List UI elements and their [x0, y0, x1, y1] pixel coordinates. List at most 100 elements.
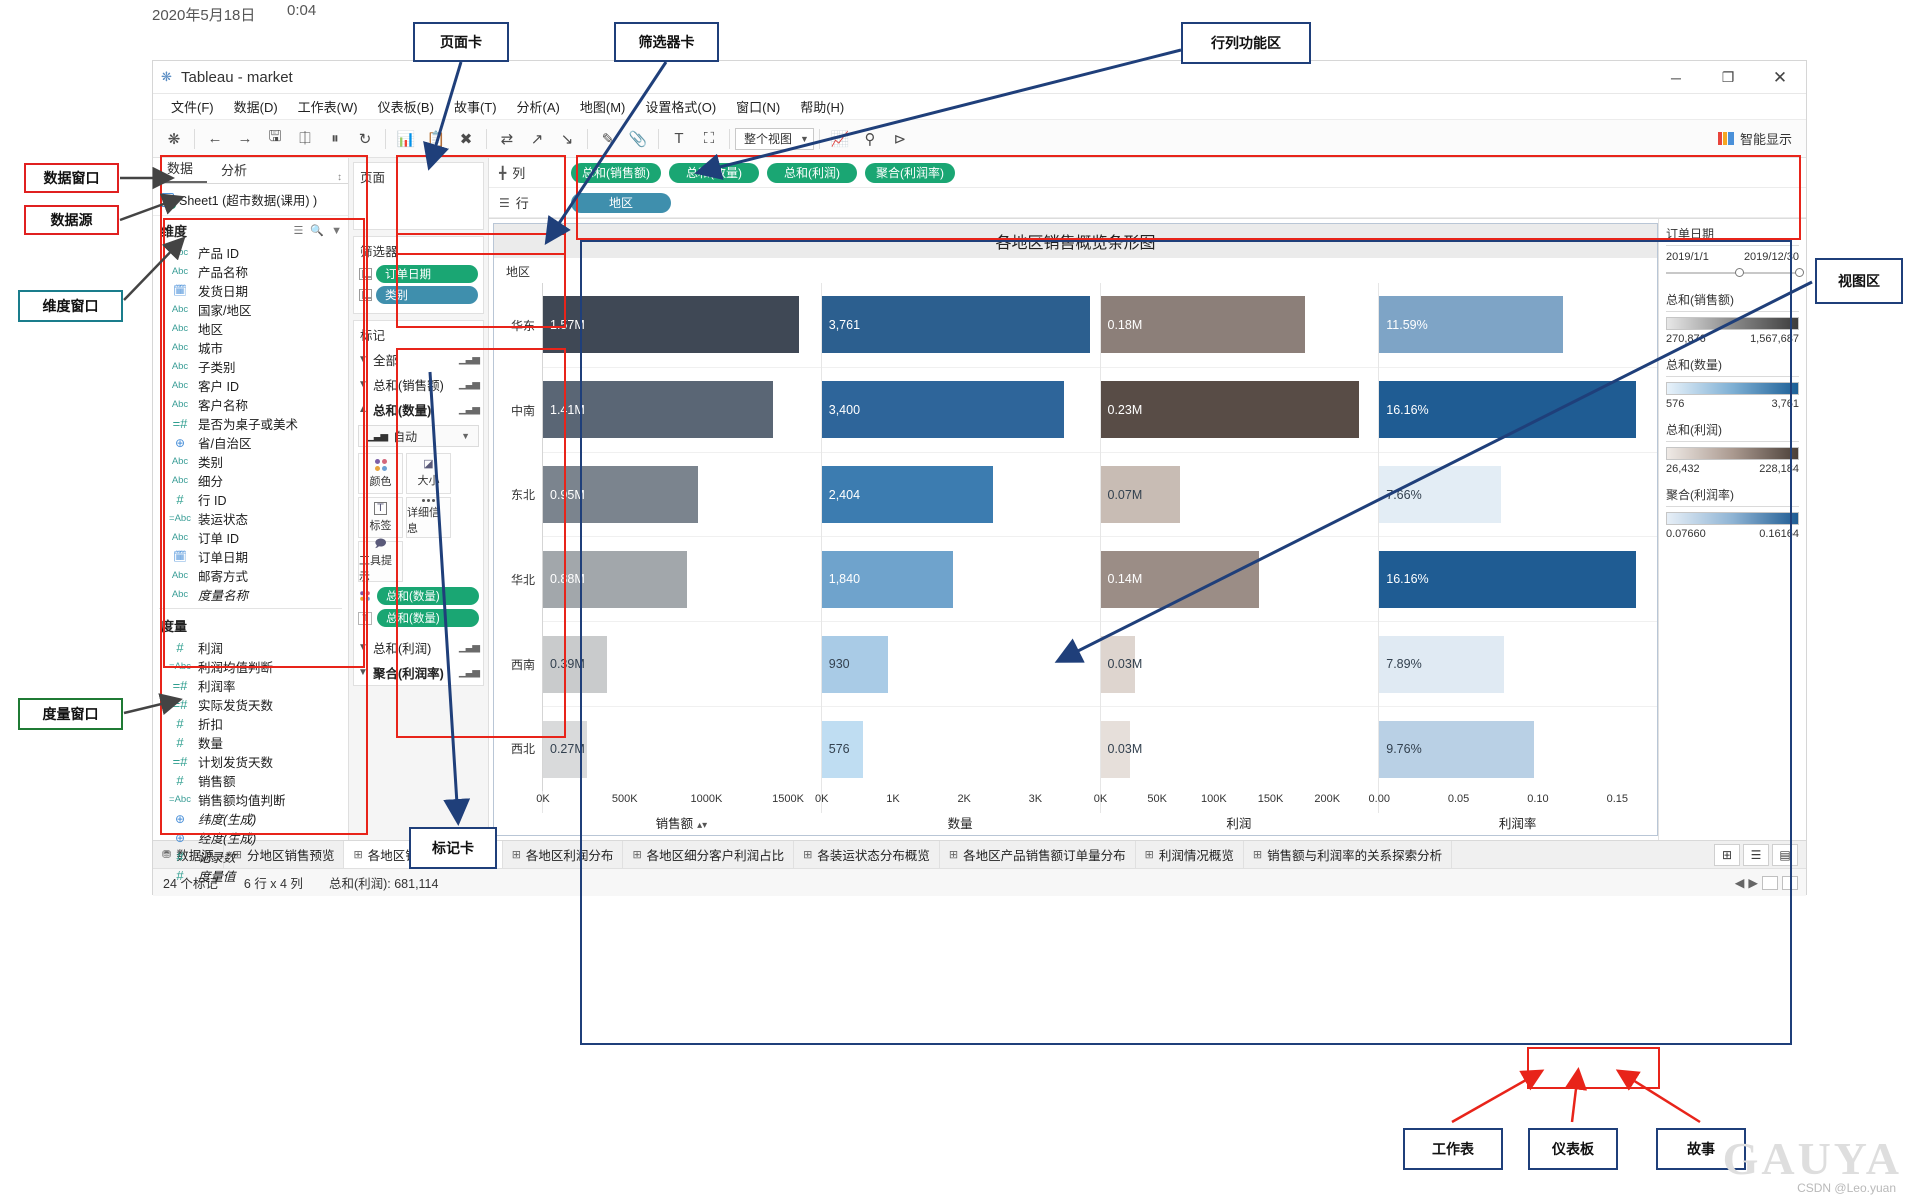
dimension-field[interactable]: Abc 细分	[153, 471, 348, 490]
menu-item-dashboard[interactable]: 仪表板(B)	[368, 95, 444, 118]
dimension-field[interactable]: Abc 产品 ID	[153, 243, 348, 262]
marks-detail-button[interactable]: 详细信息	[406, 497, 451, 538]
menu-item-file[interactable]: 文件(F)	[161, 95, 224, 118]
bar-mark[interactable]: 1,840	[821, 550, 953, 608]
bar-mark[interactable]: 0.88M	[543, 550, 687, 608]
marks-group-all[interactable]: ▼ 全部 ▁▃▅	[354, 347, 483, 372]
measure-field[interactable]: # 数量	[153, 733, 348, 752]
filters-card-body[interactable]: 订单日期 类别	[354, 263, 483, 313]
bar-mark[interactable]: 3,761	[821, 296, 1090, 354]
menu-item-window[interactable]: 窗口(N)	[726, 95, 790, 118]
marks-group-quantity[interactable]: ▲ 总和(数量) ▁▃▅	[354, 397, 483, 422]
bar-mark[interactable]: 0.23M	[1100, 381, 1360, 439]
columns-shelf[interactable]: ╋ 列 总和(销售额) 总和(数量) 总和(利润) 聚合(利润率)	[489, 158, 1806, 188]
bar-mark[interactable]: 16.16%	[1379, 550, 1636, 608]
dimension-field[interactable]: Abc 国家/地区	[153, 300, 348, 319]
share-icon[interactable]: ⊳	[885, 126, 915, 152]
show-labels-icon[interactable]: T	[664, 126, 694, 152]
bar-mark[interactable]: 0.95M	[543, 466, 699, 524]
measure-field[interactable]: # 利润	[153, 638, 348, 657]
redo-icon[interactable]: →	[230, 126, 260, 152]
bar-mark[interactable]: 930	[821, 635, 888, 693]
marks-pill-label[interactable]: 总和(数量)	[377, 587, 479, 605]
bar-mark[interactable]: 3,400	[821, 381, 1064, 439]
column-pill-profit[interactable]: 总和(利润)	[767, 162, 857, 183]
measure-field[interactable]: =# 计划发货天数	[153, 752, 348, 771]
bar-mark[interactable]: 0.14M	[1100, 550, 1260, 608]
prev-page-icon[interactable]: ◀	[1735, 875, 1745, 890]
fit-select[interactable]: 整个视图 ▼	[735, 127, 814, 150]
sort-desc-icon[interactable]: ↘	[552, 126, 582, 152]
dimension-field[interactable]: =# 是否为桌子或美术	[153, 414, 348, 433]
new-story-button[interactable]: ▤	[1772, 843, 1798, 866]
worksheet-tab[interactable]: ⊞ 各地区细分客户利润占比	[623, 841, 795, 868]
highlighter-icon[interactable]: ⚲	[855, 126, 885, 152]
worksheet-tab[interactable]: ⊞ 利润情况概览	[1136, 841, 1244, 868]
presentation-icon[interactable]: ⛶	[694, 126, 724, 152]
measure-field[interactable]: =Abc 利润均值判断	[153, 657, 348, 676]
refresh-icon[interactable]: ↻	[350, 126, 380, 152]
worksheet-tab[interactable]: ⊞ 各地区销售概览条形图	[344, 841, 503, 868]
dimension-field[interactable]: Abc 邮寄方式	[153, 566, 348, 585]
column-pill-profit-ratio[interactable]: 聚合(利润率)	[865, 162, 955, 183]
measure-field[interactable]: # 折扣	[153, 714, 348, 733]
bar-mark[interactable]: 0.03M	[1100, 720, 1142, 778]
fix-axes-icon[interactable]: 📈	[825, 126, 855, 152]
highlight-icon[interactable]: ✎	[593, 126, 623, 152]
bar-mark[interactable]: 1.41M	[543, 381, 774, 439]
marks-label-button[interactable]: T 标签	[358, 497, 403, 538]
measure-field[interactable]: =# 利润率	[153, 676, 348, 695]
bar-mark[interactable]: 1.57M	[543, 296, 800, 354]
attach-icon[interactable]: 📎	[623, 126, 653, 152]
close-button[interactable]: ✕	[1754, 61, 1806, 94]
marks-tooltip-button[interactable]: 🗩 工具提示	[358, 539, 403, 583]
sort-icon[interactable]: ↕	[337, 172, 348, 183]
pages-card-dropzone[interactable]	[354, 189, 483, 229]
marks-size-button[interactable]: ◪ 大小	[406, 453, 451, 494]
dimension-field[interactable]: =Abc 装运状态	[153, 509, 348, 528]
marks-color-button[interactable]: 颜色	[358, 453, 403, 494]
menu-item-map[interactable]: 地图(M)	[570, 95, 636, 118]
menu-item-data[interactable]: 数据(D)	[224, 95, 288, 118]
menu-item-help[interactable]: 帮助(H)	[790, 95, 854, 118]
minimize-button[interactable]: ─	[1650, 61, 1702, 94]
undo-icon[interactable]: ←	[200, 126, 230, 152]
bar-mark[interactable]: 0.27M	[543, 720, 588, 778]
row-pill-region[interactable]: 地区	[571, 192, 672, 213]
dimension-field[interactable]: 🗓 订单日期	[153, 547, 348, 566]
date-range-slider[interactable]	[1666, 266, 1804, 280]
measure-field[interactable]: =# 实际发货天数	[153, 695, 348, 714]
new-worksheet-button[interactable]: ⊞	[1714, 843, 1740, 866]
measure-field[interactable]: # 销售额	[153, 771, 348, 790]
rows-shelf[interactable]: ☰ 行 地区	[489, 188, 1806, 218]
save-icon[interactable]: 🖫	[260, 126, 290, 152]
worksheet-tab[interactable]: ⊞ 各装运状态分布概览	[794, 841, 940, 868]
dimension-field[interactable]: Abc 客户名称	[153, 395, 348, 414]
dimension-field[interactable]: Abc 度量名称	[153, 585, 348, 604]
measure-field[interactable]: =Abc 销售额均值判断	[153, 790, 348, 809]
column-pill-sales[interactable]: 总和(销售额)	[571, 162, 661, 183]
menu-item-worksheet[interactable]: 工作表(W)	[288, 95, 368, 118]
marks-group-profit[interactable]: ▼ 总和(利润) ▁▃▅	[354, 635, 483, 660]
bar-mark[interactable]: 2,404	[821, 466, 993, 524]
column-pill-quantity[interactable]: 总和(数量)	[669, 162, 759, 183]
clear-sheet-icon[interactable]: ✖	[451, 126, 481, 152]
worksheet-tab[interactable]: ⊞ 各地区产品销售额订单量分布	[940, 841, 1136, 868]
filter-pill-category[interactable]: 类别	[376, 286, 478, 304]
dimension-field[interactable]: Abc 城市	[153, 338, 348, 357]
marks-pill-color[interactable]: 总和(数量)	[354, 585, 483, 607]
dimension-field[interactable]: Abc 产品名称	[153, 262, 348, 281]
show-me-button[interactable]: 智能显示	[1717, 129, 1792, 148]
dimension-field[interactable]: Abc 子类别	[153, 357, 348, 376]
list-view-icon[interactable]	[1782, 875, 1798, 890]
dimension-field[interactable]: Abc 订单 ID	[153, 528, 348, 547]
tab-data[interactable]: 数据	[153, 155, 208, 183]
measure-field[interactable]: ⊕ 纬度(生成)	[153, 809, 348, 828]
bar-mark[interactable]: 0.39M	[543, 635, 607, 693]
search-icon[interactable]: 🔍	[310, 224, 324, 237]
measure-field[interactable]: ⊕ 经度(生成)	[153, 828, 348, 847]
grid-view-icon[interactable]	[1762, 875, 1778, 890]
filter-pill-order-date[interactable]: 订单日期	[376, 265, 478, 283]
chevron-down-icon[interactable]: ▼	[331, 225, 342, 237]
bar-mark[interactable]: 9.76%	[1379, 720, 1535, 778]
